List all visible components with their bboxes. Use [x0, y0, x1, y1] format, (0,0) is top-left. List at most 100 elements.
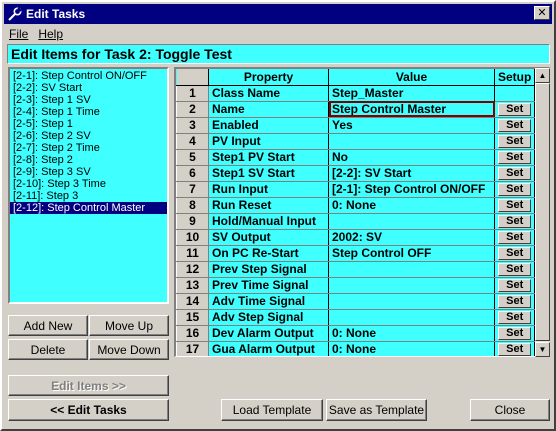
list-item[interactable]: [2-4]: Step 1 Time [10, 106, 167, 118]
set-button[interactable]: Set [498, 262, 532, 276]
value-cell[interactable]: [2-2]: SV Start [328, 165, 495, 182]
save-template-button[interactable]: Save as Template [326, 399, 427, 421]
value-cell[interactable] [328, 261, 495, 278]
property-cell[interactable]: PV Input [208, 133, 329, 150]
table-row[interactable]: 8 Run Reset 0: None Set [176, 196, 536, 214]
row-number[interactable]: 8 [176, 196, 209, 214]
load-template-button[interactable]: Load Template [221, 399, 323, 421]
value-cell[interactable]: 0: None [328, 325, 495, 342]
table-row[interactable]: 3 Enabled Yes Set [176, 116, 536, 134]
property-cell[interactable]: Prev Time Signal [208, 277, 329, 294]
delete-button[interactable]: Delete [8, 339, 88, 360]
table-row[interactable]: 16 Dev Alarm Output 0: None Set [176, 324, 536, 342]
value-cell[interactable]: Step Control Master [328, 101, 495, 118]
property-cell[interactable]: Step1 SV Start [208, 165, 329, 182]
row-number[interactable]: 4 [176, 132, 209, 150]
row-number[interactable]: 11 [176, 244, 209, 262]
close-window-button[interactable]: ✕ [534, 6, 550, 20]
value-cell[interactable]: 0: None [328, 341, 495, 356]
set-button[interactable]: Set [498, 278, 532, 292]
value-cell[interactable] [328, 133, 495, 150]
value-cell[interactable]: [2-1]: Step Control ON/OFF [328, 181, 495, 198]
grid-scrollbar[interactable]: ▲ ▼ [535, 68, 550, 357]
set-button[interactable]: Set [498, 246, 532, 260]
set-button[interactable]: Set [498, 214, 532, 228]
set-button[interactable]: Set [498, 326, 532, 340]
list-item[interactable]: [2-9]: Step 3 SV [10, 166, 167, 178]
property-cell[interactable]: Run Input [208, 181, 329, 198]
edit-items-button[interactable]: Edit Items >> [8, 375, 169, 396]
set-button[interactable]: Set [498, 150, 532, 164]
property-cell[interactable]: Dev Alarm Output [208, 325, 329, 342]
property-cell[interactable]: Hold/Manual Input [208, 213, 329, 230]
value-cell[interactable]: Step Control OFF [328, 245, 495, 262]
list-item[interactable]: [2-8]: Step 2 [10, 154, 167, 166]
row-number[interactable]: 5 [176, 148, 209, 166]
value-cell[interactable] [328, 213, 495, 230]
property-cell[interactable]: Name [208, 101, 329, 118]
row-number[interactable]: 3 [176, 116, 209, 134]
value-cell[interactable]: Yes [328, 117, 495, 134]
row-number[interactable]: 10 [176, 228, 209, 246]
list-item[interactable]: [2-6]: Step 2 SV [10, 130, 167, 142]
scroll-up-arrow-icon[interactable]: ▲ [535, 68, 550, 83]
table-row[interactable]: 9 Hold/Manual Input Set [176, 212, 536, 230]
property-cell[interactable]: Adv Time Signal [208, 293, 329, 310]
task-items-list[interactable]: [2-1]: Step Control ON/OFF [2-2]: SV Star… [8, 67, 169, 304]
row-number[interactable]: 2 [176, 100, 209, 118]
value-cell[interactable]: Step_Master [328, 85, 495, 102]
table-row[interactable]: 6 Step1 SV Start [2-2]: SV Start Set [176, 164, 536, 182]
table-row[interactable]: 4 PV Input Set [176, 132, 536, 150]
set-button[interactable]: Set [498, 198, 532, 212]
table-row[interactable]: 7 Run Input [2-1]: Step Control ON/OFF Set [176, 180, 536, 198]
table-row[interactable]: 13 Prev Time Signal Set [176, 276, 536, 294]
edit-tasks-button[interactable]: << Edit Tasks [8, 399, 169, 421]
list-item[interactable]: [2-5]: Step 1 [10, 118, 167, 130]
row-number[interactable]: 6 [176, 164, 209, 182]
list-item[interactable]: [2-11]: Step 3 [10, 190, 167, 202]
column-header-setup[interactable]: Setup [494, 69, 536, 86]
move-up-button[interactable]: Move Up [89, 315, 169, 336]
list-item[interactable]: [2-7]: Step 2 Time [10, 142, 167, 154]
set-button[interactable]: Set [498, 342, 532, 356]
set-button[interactable]: Set [498, 118, 532, 132]
property-cell[interactable]: Run Reset [208, 197, 329, 214]
row-number[interactable]: 7 [176, 180, 209, 198]
row-number[interactable]: 1 [176, 84, 209, 102]
property-cell[interactable]: Enabled [208, 117, 329, 134]
add-new-button[interactable]: Add New [8, 315, 88, 336]
column-header-value[interactable]: Value [328, 69, 495, 86]
value-cell[interactable]: 0: None [328, 197, 495, 214]
value-cell[interactable] [328, 293, 495, 310]
close-button[interactable]: Close [470, 399, 550, 421]
value-cell[interactable]: No [328, 149, 495, 166]
table-row[interactable]: 12 Prev Step Signal Set [176, 260, 536, 278]
row-number[interactable]: 17 [176, 340, 209, 356]
value-cell[interactable] [328, 309, 495, 326]
menu-help[interactable]: Help [33, 27, 68, 41]
column-header-property[interactable]: Property [208, 69, 329, 86]
table-row[interactable]: 14 Adv Time Signal Set [176, 292, 536, 310]
table-row[interactable]: 11 On PC Re-Start Step Control OFF Set [176, 244, 536, 262]
set-button[interactable]: Set [498, 294, 532, 308]
property-cell[interactable]: Class Name [208, 85, 329, 102]
property-cell[interactable]: Step1 PV Start [208, 149, 329, 166]
property-cell[interactable]: SV Output [208, 229, 329, 246]
row-number[interactable]: 16 [176, 324, 209, 342]
table-row[interactable]: 15 Adv Step Signal Set [176, 308, 536, 326]
table-row[interactable]: 2 Name Step Control Master Set [176, 100, 536, 118]
set-button[interactable]: Set [498, 102, 532, 116]
scroll-down-arrow-icon[interactable]: ▼ [535, 342, 550, 357]
property-cell[interactable]: Gua Alarm Output [208, 341, 329, 356]
row-number[interactable]: 13 [176, 276, 209, 294]
table-row[interactable]: 17 Gua Alarm Output 0: None Set [176, 340, 536, 356]
set-button[interactable]: Set [498, 166, 532, 180]
set-button[interactable]: Set [498, 134, 532, 148]
list-item[interactable]: [2-3]: Step 1 SV [10, 94, 167, 106]
move-down-button[interactable]: Move Down [89, 339, 169, 360]
list-item[interactable]: [2-10]: Step 3 Time [10, 178, 167, 190]
value-cell[interactable] [328, 277, 495, 294]
title-bar[interactable]: Edit Tasks ✕ [4, 4, 552, 24]
menu-file[interactable]: File [4, 27, 33, 41]
property-cell[interactable]: On PC Re-Start [208, 245, 329, 262]
